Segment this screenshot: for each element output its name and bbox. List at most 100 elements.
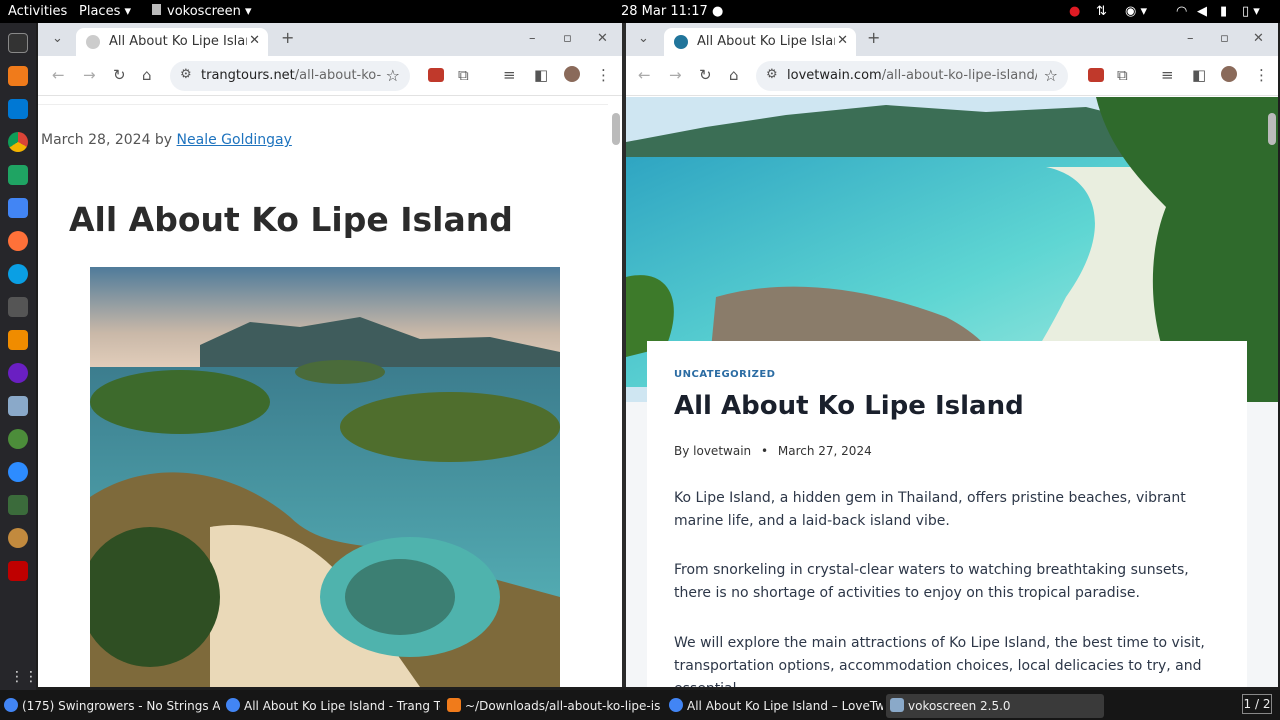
home-icon[interactable]: ⌂ — [142, 66, 152, 84]
close-tab-icon[interactable]: ✕ — [837, 33, 848, 48]
vlc-icon[interactable] — [8, 330, 28, 350]
tab-strip: ⌄ All About Ko Lipe Island ✕ + – ▫ ✕ — [626, 23, 1278, 56]
article-card: UNCATEGORIZED All About Ko Lipe Island B… — [647, 341, 1247, 687]
tab-all-about-ko-lipe[interactable]: All About Ko Lipe Island ✕ — [76, 28, 268, 56]
zoom-icon[interactable] — [8, 462, 28, 482]
tab-all-about-ko-lipe[interactable]: All About Ko Lipe Island ✕ — [664, 28, 856, 56]
bookmark-star-icon[interactable]: ☆ — [386, 66, 400, 85]
app-icon — [152, 4, 161, 15]
address-bar[interactable]: ⚙ lovetwain.com/all-about-ko-lipe-island… — [756, 61, 1068, 91]
vscode-icon[interactable] — [8, 99, 28, 119]
forward-icon[interactable]: → — [669, 66, 682, 84]
tab-search-chevron-icon[interactable]: ⌄ — [52, 31, 63, 46]
maximize-icon[interactable]: ▫ — [1220, 31, 1229, 46]
extensions-puzzle-icon[interactable]: ⧉ — [1117, 66, 1128, 84]
author-link[interactable]: Neale Goldingay — [177, 132, 292, 148]
calculator-icon[interactable] — [8, 495, 28, 515]
taskbar-item-active[interactable]: vokoscreen 2.5.0 — [886, 694, 1104, 718]
system-top-bar: Activities Places ▾ vokoscreen ▾ 28 Mar … — [0, 0, 1280, 23]
sublime-text-icon — [447, 698, 461, 712]
skype-icon[interactable] — [8, 264, 28, 284]
wifi-icon[interactable]: ◠ — [1176, 4, 1187, 19]
menu-kebab-icon[interactable]: ⋮ — [1254, 66, 1269, 84]
microphone-icon[interactable]: ▮ — [1220, 4, 1227, 19]
filezilla-icon[interactable] — [8, 561, 28, 581]
article-paragraph: Ko Lipe Island, a hidden gem in Thailand… — [674, 490, 1186, 529]
accessibility-icon[interactable]: ◉ ▾ — [1125, 4, 1147, 19]
workspace-pager[interactable]: 1 / 2 — [1242, 694, 1272, 714]
site-favicon-icon — [86, 35, 100, 49]
taskbar-item[interactable]: ~/Downloads/all-about-ko-lipe-isla... — [443, 694, 661, 718]
extension-badge-icon[interactable] — [1088, 68, 1104, 82]
article-paragraph: From snorkeling in crystal-clear waters … — [674, 562, 1189, 601]
extension-badge-icon[interactable] — [428, 68, 444, 82]
menu-kebab-icon[interactable]: ⋮ — [596, 66, 611, 84]
page-title: All About Ko Lipe Island — [69, 200, 513, 239]
taskbar-item[interactable]: All About Ko Lipe Island – LoveTwai... — [665, 694, 883, 718]
author-link[interactable]: lovetwain — [693, 444, 751, 458]
media-controls-icon[interactable]: ≡ — [1161, 66, 1174, 84]
post-date: March 27, 2024 — [777, 444, 872, 458]
profile-avatar[interactable] — [564, 66, 580, 82]
vokoscreen-icon[interactable] — [8, 396, 28, 416]
vokoscreen-icon — [890, 698, 904, 712]
chrome-icon[interactable] — [8, 132, 28, 152]
tool-icon[interactable] — [8, 297, 28, 317]
tor-icon[interactable] — [8, 363, 28, 383]
extensions-puzzle-icon[interactable]: ⧉ — [458, 66, 469, 84]
bookmark-star-icon[interactable]: ☆ — [1044, 66, 1058, 85]
back-icon[interactable]: ← — [52, 66, 65, 84]
close-window-icon[interactable]: ✕ — [597, 31, 608, 46]
meta-separator-icon: • — [760, 444, 769, 458]
right-browser-window: ⌄ All About Ko Lipe Island ✕ + – ▫ ✕ ← →… — [626, 23, 1278, 687]
scrollbar-thumb[interactable] — [612, 113, 620, 145]
bottom-taskbar: (175) Swingrowers - No Strings Atta... A… — [0, 690, 1280, 720]
back-icon[interactable]: ← — [638, 66, 651, 84]
volume-icon[interactable]: ◀ — [1197, 4, 1207, 19]
spreadsheet-icon[interactable] — [8, 165, 28, 185]
site-info-icon[interactable]: ⚙ — [766, 67, 778, 82]
home-icon[interactable]: ⌂ — [729, 66, 739, 84]
maximize-icon[interactable]: ▫ — [563, 31, 572, 46]
close-window-icon[interactable]: ✕ — [1253, 31, 1264, 46]
battery-icon[interactable]: ▯ ▾ — [1242, 4, 1260, 19]
site-info-icon[interactable]: ⚙ — [180, 67, 192, 82]
side-panel-icon[interactable]: ◧ — [1192, 66, 1206, 84]
firefox-icon[interactable] — [8, 231, 28, 251]
scrollbar-thumb[interactable] — [1268, 113, 1276, 145]
app-menu[interactable]: vokoscreen ▾ — [152, 4, 252, 19]
address-bar[interactable]: ⚙ trangtours.net/all-about-ko-lip… ☆ — [170, 61, 410, 91]
clock[interactable]: 28 Mar 11:17 ● — [621, 4, 723, 19]
terminal-icon[interactable] — [8, 33, 28, 53]
activities-button[interactable]: Activities — [8, 4, 67, 19]
application-dock: ⋮⋮⋮ — [0, 23, 52, 690]
post-meta: By lovetwain • March 27, 2024 — [674, 444, 872, 458]
notification-dot-icon: ● — [711, 4, 724, 19]
minimize-icon[interactable]: – — [529, 31, 536, 46]
side-panel-icon[interactable]: ◧ — [534, 66, 548, 84]
tab-strip: ⌄ All About Ko Lipe Island ✕ + – ▫ ✕ — [38, 23, 622, 56]
places-menu[interactable]: Places ▾ — [79, 4, 131, 19]
blender-icon[interactable] — [8, 528, 28, 548]
reload-icon[interactable]: ↻ — [699, 66, 712, 84]
sublime-text-icon[interactable] — [8, 66, 28, 86]
close-tab-icon[interactable]: ✕ — [249, 33, 260, 48]
reload-icon[interactable]: ↻ — [113, 66, 126, 84]
inkscape-icon[interactable] — [8, 429, 28, 449]
tab-search-chevron-icon[interactable]: ⌄ — [638, 31, 649, 46]
page-top-divider — [38, 97, 608, 105]
network-settings-icon[interactable]: ⇅ — [1096, 4, 1107, 19]
profile-avatar[interactable] — [1221, 66, 1237, 82]
taskbar-item[interactable]: All About Ko Lipe Island - Trang To... — [222, 694, 440, 718]
minimize-icon[interactable]: – — [1187, 31, 1194, 46]
forward-icon[interactable]: → — [83, 66, 96, 84]
page-viewport: March 28, 2024 by Neale Goldingay All Ab… — [38, 97, 622, 687]
new-tab-icon[interactable]: + — [281, 28, 294, 47]
recording-icon[interactable]: ● — [1069, 4, 1080, 19]
category-link[interactable]: UNCATEGORIZED — [674, 369, 775, 380]
taskbar-item[interactable]: (175) Swingrowers - No Strings Atta... — [0, 694, 220, 718]
media-controls-icon[interactable]: ≡ — [503, 66, 516, 84]
navigation-toolbar: ← → ↻ ⌂ ⚙ trangtours.net/all-about-ko-li… — [38, 56, 622, 96]
new-tab-icon[interactable]: + — [867, 28, 880, 47]
docs-icon[interactable] — [8, 198, 28, 218]
